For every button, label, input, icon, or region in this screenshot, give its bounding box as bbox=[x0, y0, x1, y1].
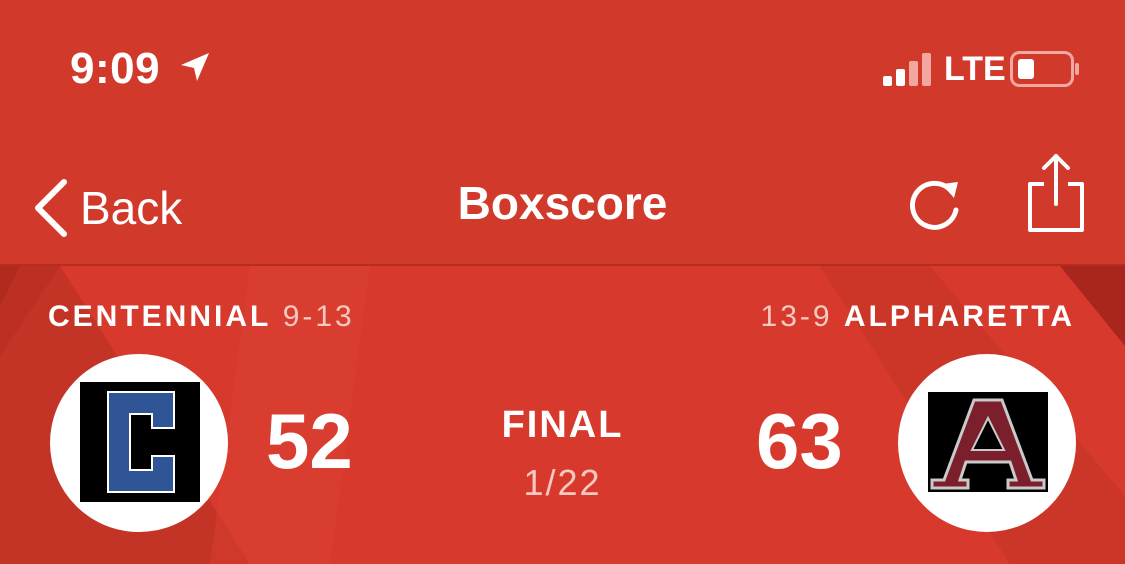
navigation-bar: Back Boxscore bbox=[0, 140, 1125, 264]
status-time: 9:09 bbox=[70, 44, 161, 93]
battery-low-icon bbox=[1010, 51, 1079, 87]
home-team-header: 13-9 ALPHARETTA bbox=[761, 300, 1075, 334]
home-team-name: ALPHARETTA bbox=[843, 300, 1075, 333]
status-bar: 9:09 LTE bbox=[0, 0, 1125, 140]
share-icon[interactable] bbox=[1024, 150, 1088, 234]
refresh-icon[interactable] bbox=[904, 170, 968, 234]
away-team-record: 9-13 bbox=[282, 300, 355, 333]
home-team-logo[interactable] bbox=[898, 354, 1076, 532]
carrier-label: LTE bbox=[944, 50, 1006, 88]
home-team-record: 13-9 bbox=[760, 300, 833, 333]
signal-bars-icon bbox=[883, 53, 931, 86]
alpharetta-logo-icon bbox=[928, 392, 1048, 492]
away-team-name: CENTENNIAL bbox=[48, 300, 272, 333]
score-panel: CENTENNIAL 9-13 13-9 ALPHARETTA 52 FINAL… bbox=[0, 264, 1125, 564]
home-team-score: 63 bbox=[756, 397, 843, 485]
away-team-header: CENTENNIAL 9-13 bbox=[48, 300, 355, 334]
location-arrow-icon bbox=[181, 53, 209, 81]
